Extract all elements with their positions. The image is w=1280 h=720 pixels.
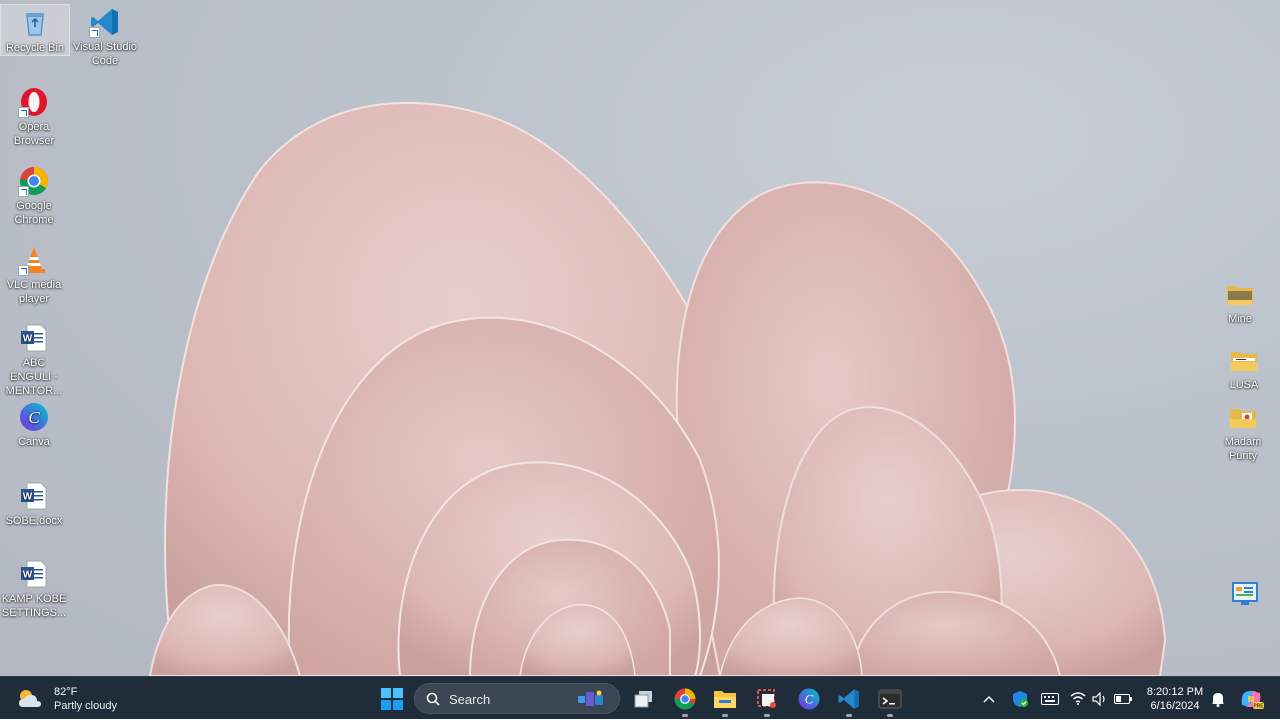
taskbar-clock[interactable]: 8:20:12 PM 6/16/2024 [1140, 685, 1210, 713]
svg-text:C: C [28, 408, 40, 427]
terminal-icon [878, 689, 902, 708]
desktop-icon-chrome[interactable]: Google Chrome [0, 163, 68, 227]
word-document-icon: W [18, 558, 50, 590]
running-indicator [846, 714, 852, 717]
search-highlight-icon [578, 690, 603, 706]
svg-text:W: W [23, 492, 33, 503]
desktop-icon-label: Mine [1228, 313, 1252, 325]
desktop-icon-canva[interactable]: C Canva [0, 399, 68, 449]
start-button[interactable] [374, 677, 410, 720]
desktop[interactable]: Recycle Bin Visual Studio Code Opera Bro… [0, 0, 1280, 676]
clock-time: 8:20:12 PM [1146, 686, 1204, 698]
copilot-button[interactable]: PRE [1234, 677, 1268, 720]
battery-icon [1114, 693, 1132, 704]
wallpaper-bloom [148, 101, 1167, 676]
tray-volume[interactable] [1090, 677, 1110, 720]
desktop-icon-recycle-bin[interactable]: Recycle Bin [0, 4, 70, 56]
tray-windows-security[interactable] [1008, 677, 1032, 720]
svg-text:C: C [805, 692, 814, 706]
desktop-icon-lusa-folder[interactable]: LUSA [1210, 342, 1278, 392]
desktop-icon-sobe-docx[interactable]: W SOBE.docx [0, 478, 68, 528]
desktop-icon-label: Recycle Bin [5, 42, 65, 54]
opera-icon [18, 86, 50, 118]
wifi-icon [1070, 692, 1086, 705]
weather-temperature: 82°F [54, 686, 78, 698]
desktop-icon-opera[interactable]: Opera Browser [0, 84, 68, 148]
bell-icon [1212, 692, 1224, 707]
desktop-icon-abc-enguli[interactable]: W ABC ENGULI - MENTOR... [0, 320, 68, 398]
copilot-icon: PRE [1241, 690, 1264, 709]
weather-widget[interactable]: 82°F Partly cloudy [8, 677, 120, 720]
chevron-up-icon [983, 695, 995, 703]
desktop-icon-label: VLC media player [6, 279, 62, 305]
chrome-icon [18, 165, 50, 197]
canva-icon: C [18, 401, 50, 433]
svg-text:W: W [23, 570, 33, 581]
folder-icon [1224, 278, 1256, 310]
desktop-icon-label: Visual Studio Code [72, 41, 137, 67]
weather-description: Partly cloudy [54, 700, 117, 712]
snipping-tool-icon [757, 688, 776, 708]
notifications-button[interactable] [1208, 677, 1228, 720]
desktop-icon-vlc[interactable]: VLC media player [0, 242, 68, 306]
desktop-icon-label: ABC ENGULI - MENTOR... [5, 357, 63, 397]
desktop-icon-label: Canva [18, 436, 50, 448]
desktop-icon-kamp-kobe[interactable]: W KAMP KOBE SETTINGS... [0, 556, 68, 620]
running-indicator [764, 714, 770, 717]
running-indicator [887, 714, 893, 717]
task-view-icon [634, 690, 652, 707]
vscode-icon [838, 688, 859, 709]
search-label: Search [449, 692, 491, 707]
chrome-icon [674, 688, 696, 709]
control-panel-icon [1229, 577, 1261, 609]
taskbar-terminal[interactable] [873, 677, 907, 720]
show-hidden-icons-button[interactable] [978, 677, 1000, 720]
desktop-icon-madam-purity-folder[interactable]: Madam Purity [1209, 399, 1277, 463]
taskbar-snipping-tool[interactable] [750, 677, 784, 720]
taskbar-canva[interactable]: C [792, 677, 826, 720]
taskbar-vscode[interactable] [832, 677, 866, 720]
clock-date: 6/16/2024 [1150, 700, 1200, 712]
search-box[interactable]: Search [414, 683, 620, 714]
word-document-icon: W [18, 480, 50, 512]
volume-icon [1092, 691, 1105, 706]
desktop-icon-vscode[interactable]: Visual Studio Code [71, 4, 139, 68]
folder-icon [1227, 401, 1259, 433]
running-indicator [682, 714, 688, 717]
folder-icon [1228, 344, 1260, 376]
recycle-bin-icon [19, 7, 51, 39]
taskbar-chrome[interactable] [668, 677, 702, 720]
desktop-icon-label: Madam Purity [1224, 436, 1262, 462]
desktop-icon-mine-folder[interactable]: Mine [1206, 276, 1274, 326]
vscode-icon [89, 6, 121, 38]
tray-keyboard[interactable] [1038, 677, 1062, 720]
desktop-icon-label: SOBE.docx [5, 515, 63, 527]
desktop-icon-label: Google Chrome [14, 200, 54, 226]
taskbar-file-explorer[interactable] [708, 677, 742, 720]
desktop-icon-label: LUSA [1229, 379, 1259, 391]
partly-cloudy-icon [16, 687, 42, 709]
desktop-icon-label: KAMP KOBE SETTINGS... [1, 593, 67, 619]
task-view-button[interactable] [628, 677, 660, 720]
desktop-icon-control-panel[interactable] [1211, 575, 1279, 611]
tray-network[interactable] [1068, 677, 1088, 720]
canva-icon: C [798, 688, 820, 709]
tray-battery[interactable] [1112, 677, 1134, 720]
windows-start-icon [381, 687, 403, 710]
word-document-icon: W [18, 322, 50, 354]
running-indicator [722, 714, 728, 717]
weather-text: 82°F Partly cloudy [54, 685, 117, 713]
svg-text:W: W [23, 334, 33, 345]
taskbar: 82°F Partly cloudy Search C 8:20:12 PM 6… [0, 676, 1280, 719]
search-icon [426, 692, 440, 706]
windows-security-icon [1013, 690, 1028, 707]
file-explorer-icon [714, 690, 736, 708]
svg-text:PRE: PRE [1253, 703, 1264, 709]
vlc-icon [18, 244, 50, 276]
desktop-icon-label: Opera Browser [13, 121, 55, 147]
keyboard-icon [1041, 692, 1059, 705]
